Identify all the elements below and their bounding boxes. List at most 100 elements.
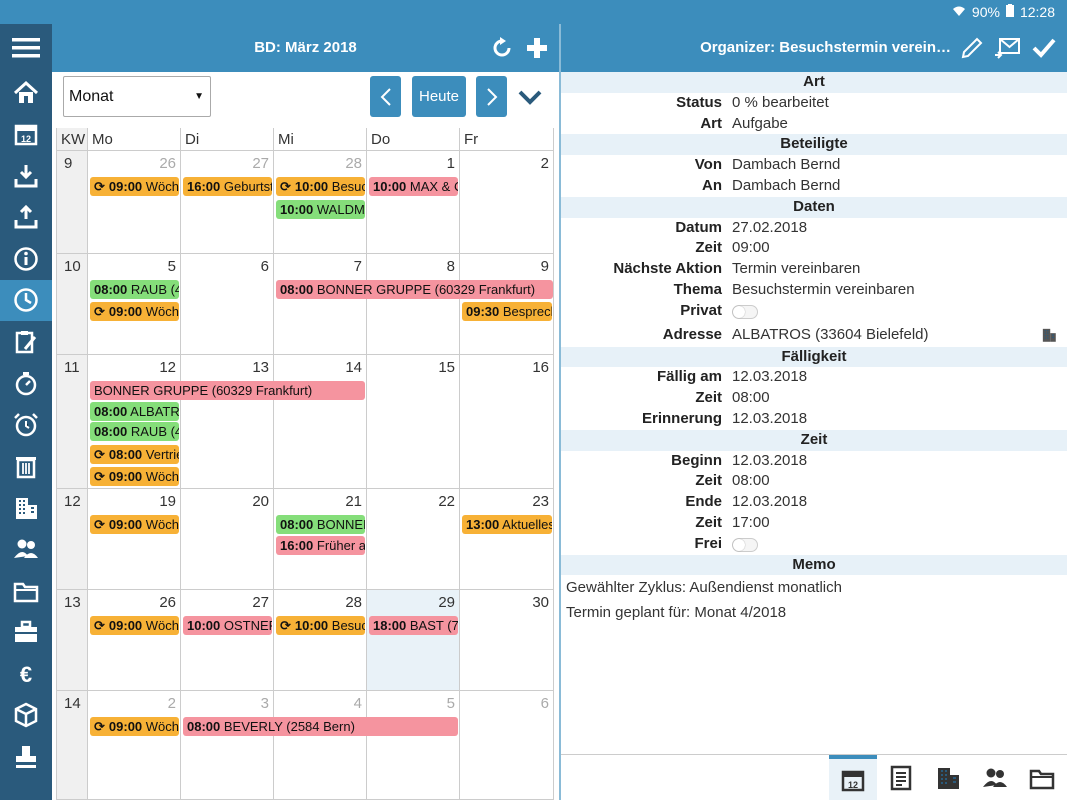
event-title: Besprechung	[502, 304, 552, 319]
calendar-event[interactable]: ⟳09:00 Wöchentlich	[90, 616, 179, 635]
event-time: 08:00	[187, 719, 221, 734]
calendar-day-cell[interactable]: 22	[367, 489, 460, 589]
confirm-button[interactable]	[1030, 34, 1058, 62]
calendar-event[interactable]: 10:00 WALDMANN	[276, 200, 365, 219]
calendar-event[interactable]: 08:00 RAUB (4	[90, 422, 179, 441]
toggle-switch[interactable]	[732, 537, 758, 552]
calendar-day-cell[interactable]: 5	[367, 691, 460, 799]
calendar-event[interactable]: 16:00 Geburtstag	[183, 177, 272, 196]
sidebar-item-home[interactable]	[0, 72, 52, 114]
sidebar-item-outbox-upload[interactable]	[0, 197, 52, 239]
calendar-day-cell[interactable]: 23	[460, 489, 554, 589]
calendar-event[interactable]: 18:00 BAST (7	[369, 616, 458, 635]
tab-document[interactable]	[877, 755, 925, 800]
prev-month-button[interactable]	[370, 76, 401, 117]
calendar-event[interactable]: 13:00 Aktuelles	[462, 515, 552, 534]
sidebar-item-package[interactable]	[0, 695, 52, 737]
tab-contacts[interactable]	[971, 755, 1019, 800]
sidebar-item-alarm[interactable]	[0, 404, 52, 446]
calendar-day-cell[interactable]: 13	[181, 355, 274, 488]
calendar-event[interactable]: 08:00 ALBATROS	[90, 402, 179, 421]
calendar-event[interactable]: 08:00 BEVERLY (2584 Bern)	[183, 717, 458, 736]
calendar-day-cell[interactable]: 4	[274, 691, 367, 799]
calendar-event[interactable]: ⟳10:00 Besuch	[276, 616, 365, 635]
field-value: 0 % bearbeitet	[732, 93, 829, 111]
sidebar: 12 €	[0, 24, 52, 800]
calendar-day-cell[interactable]: 3	[181, 691, 274, 799]
calendar-event[interactable]: ⟳08:00 Vertrieb	[90, 445, 179, 464]
calendar-day-cell[interactable]: 19	[88, 489, 181, 589]
calendar-day-cell[interactable]: 6	[460, 691, 554, 799]
calendar-day-cell[interactable]: 15	[367, 355, 460, 488]
calendar-event[interactable]: ⟳09:00 Wöchentlich	[90, 302, 179, 321]
calendar-event[interactable]: 10:00 OSTNER	[183, 616, 272, 635]
calendar-day-cell[interactable]: 26	[88, 590, 181, 690]
calendar-event[interactable]: 09:30 Besprechung	[462, 302, 552, 321]
sidebar-item-trash[interactable]	[0, 446, 52, 488]
expand-button[interactable]	[517, 84, 543, 110]
calendar-day-cell[interactable]: 27	[181, 590, 274, 690]
calendar-event[interactable]: 10:00 MAX & CO	[369, 177, 458, 196]
next-month-button[interactable]	[476, 76, 507, 117]
sidebar-item-info[interactable]	[0, 238, 52, 280]
calendar-event[interactable]: ⟳09:00 Wöchentlich	[90, 515, 179, 534]
edit-button[interactable]	[958, 34, 986, 62]
calendar-day-cell[interactable]: 7	[274, 254, 367, 354]
field-label: An	[702, 176, 722, 194]
calendar-day-cell[interactable]: 29	[367, 590, 460, 690]
view-select[interactable]: Monat ▼	[63, 76, 211, 117]
calendar-event[interactable]: BONNER GRUPPE (60329 Frankfurt)	[90, 381, 365, 400]
calendar-day-cell[interactable]: 8	[367, 254, 460, 354]
calendar-day-cell[interactable]: 20	[181, 489, 274, 589]
calendar-day-cell[interactable]: 27	[181, 151, 274, 253]
calendar-day-cell[interactable]: 30	[460, 590, 554, 690]
calendar-event[interactable]: ⟳09:00 Wöchentlich	[90, 467, 179, 486]
day-number: 1	[446, 155, 455, 172]
week-number: 9	[57, 151, 88, 253]
tab-calendar[interactable]: 12	[829, 755, 877, 800]
calendar-day-cell[interactable]: 16	[460, 355, 554, 488]
day-number: 22	[438, 493, 455, 510]
calendar-day-cell[interactable]: 26	[88, 151, 181, 253]
calendar-day-cell[interactable]: 14	[274, 355, 367, 488]
calendar-event[interactable]: 16:00 Früher als	[276, 536, 365, 555]
today-button[interactable]: Heute	[412, 76, 466, 117]
calendar-day-cell[interactable]: 2	[88, 691, 181, 799]
sidebar-item-inbox-download[interactable]	[0, 155, 52, 197]
sidebar-item-briefcase[interactable]	[0, 612, 52, 654]
sidebar-item-euro[interactable]: €	[0, 653, 52, 695]
tab-building[interactable]	[924, 755, 972, 800]
calendar-day-cell[interactable]: 2	[460, 151, 554, 253]
email-button[interactable]	[993, 34, 1021, 62]
calendar-event[interactable]: ⟳10:00 Besuch	[276, 177, 365, 196]
calendar-event[interactable]: 08:00 BONNER GRUPPE (60329 Frankfurt)	[276, 280, 553, 299]
calendar-event[interactable]: ⟳09:00 Wöchentlich	[90, 717, 179, 736]
toggle-switch[interactable]	[732, 304, 758, 319]
clock-time: 12:28	[1019, 4, 1055, 20]
calendar-event[interactable]: 08:00 RAUB (4	[90, 280, 179, 299]
recurring-icon: ⟳	[280, 179, 291, 194]
calendar-day-cell[interactable]: 6	[181, 254, 274, 354]
sidebar-item-clipboard-edit[interactable]	[0, 321, 52, 363]
calendar-day-cell[interactable]: 28	[274, 590, 367, 690]
refresh-button[interactable]	[488, 34, 516, 62]
tab-folder[interactable]	[1018, 755, 1066, 800]
building-icon[interactable]	[1041, 326, 1057, 342]
sidebar-item-stamp[interactable]	[0, 736, 52, 778]
calendar-event[interactable]: ⟳09:00 Wöchentlich	[90, 177, 179, 196]
add-button[interactable]	[523, 34, 551, 62]
sidebar-item-folder[interactable]	[0, 570, 52, 612]
calendar-day-cell[interactable]: 1	[367, 151, 460, 253]
sidebar-item-clock[interactable]	[0, 279, 52, 321]
sidebar-item-contacts[interactable]	[0, 529, 52, 571]
sidebar-item-building[interactable]	[0, 487, 52, 529]
calendar-event[interactable]: 08:00 BONNER	[276, 515, 365, 534]
sidebar-item-stopwatch[interactable]	[0, 363, 52, 405]
package-icon	[13, 702, 39, 728]
day-number: 21	[345, 493, 362, 510]
menu-button[interactable]	[0, 24, 52, 72]
sidebar-item-calendar[interactable]: 12	[0, 114, 52, 156]
wifi-icon	[952, 5, 966, 20]
day-number: 15	[438, 359, 455, 376]
memo-line: Gewählter Zyklus: Außendienst monatlich	[566, 579, 842, 597]
